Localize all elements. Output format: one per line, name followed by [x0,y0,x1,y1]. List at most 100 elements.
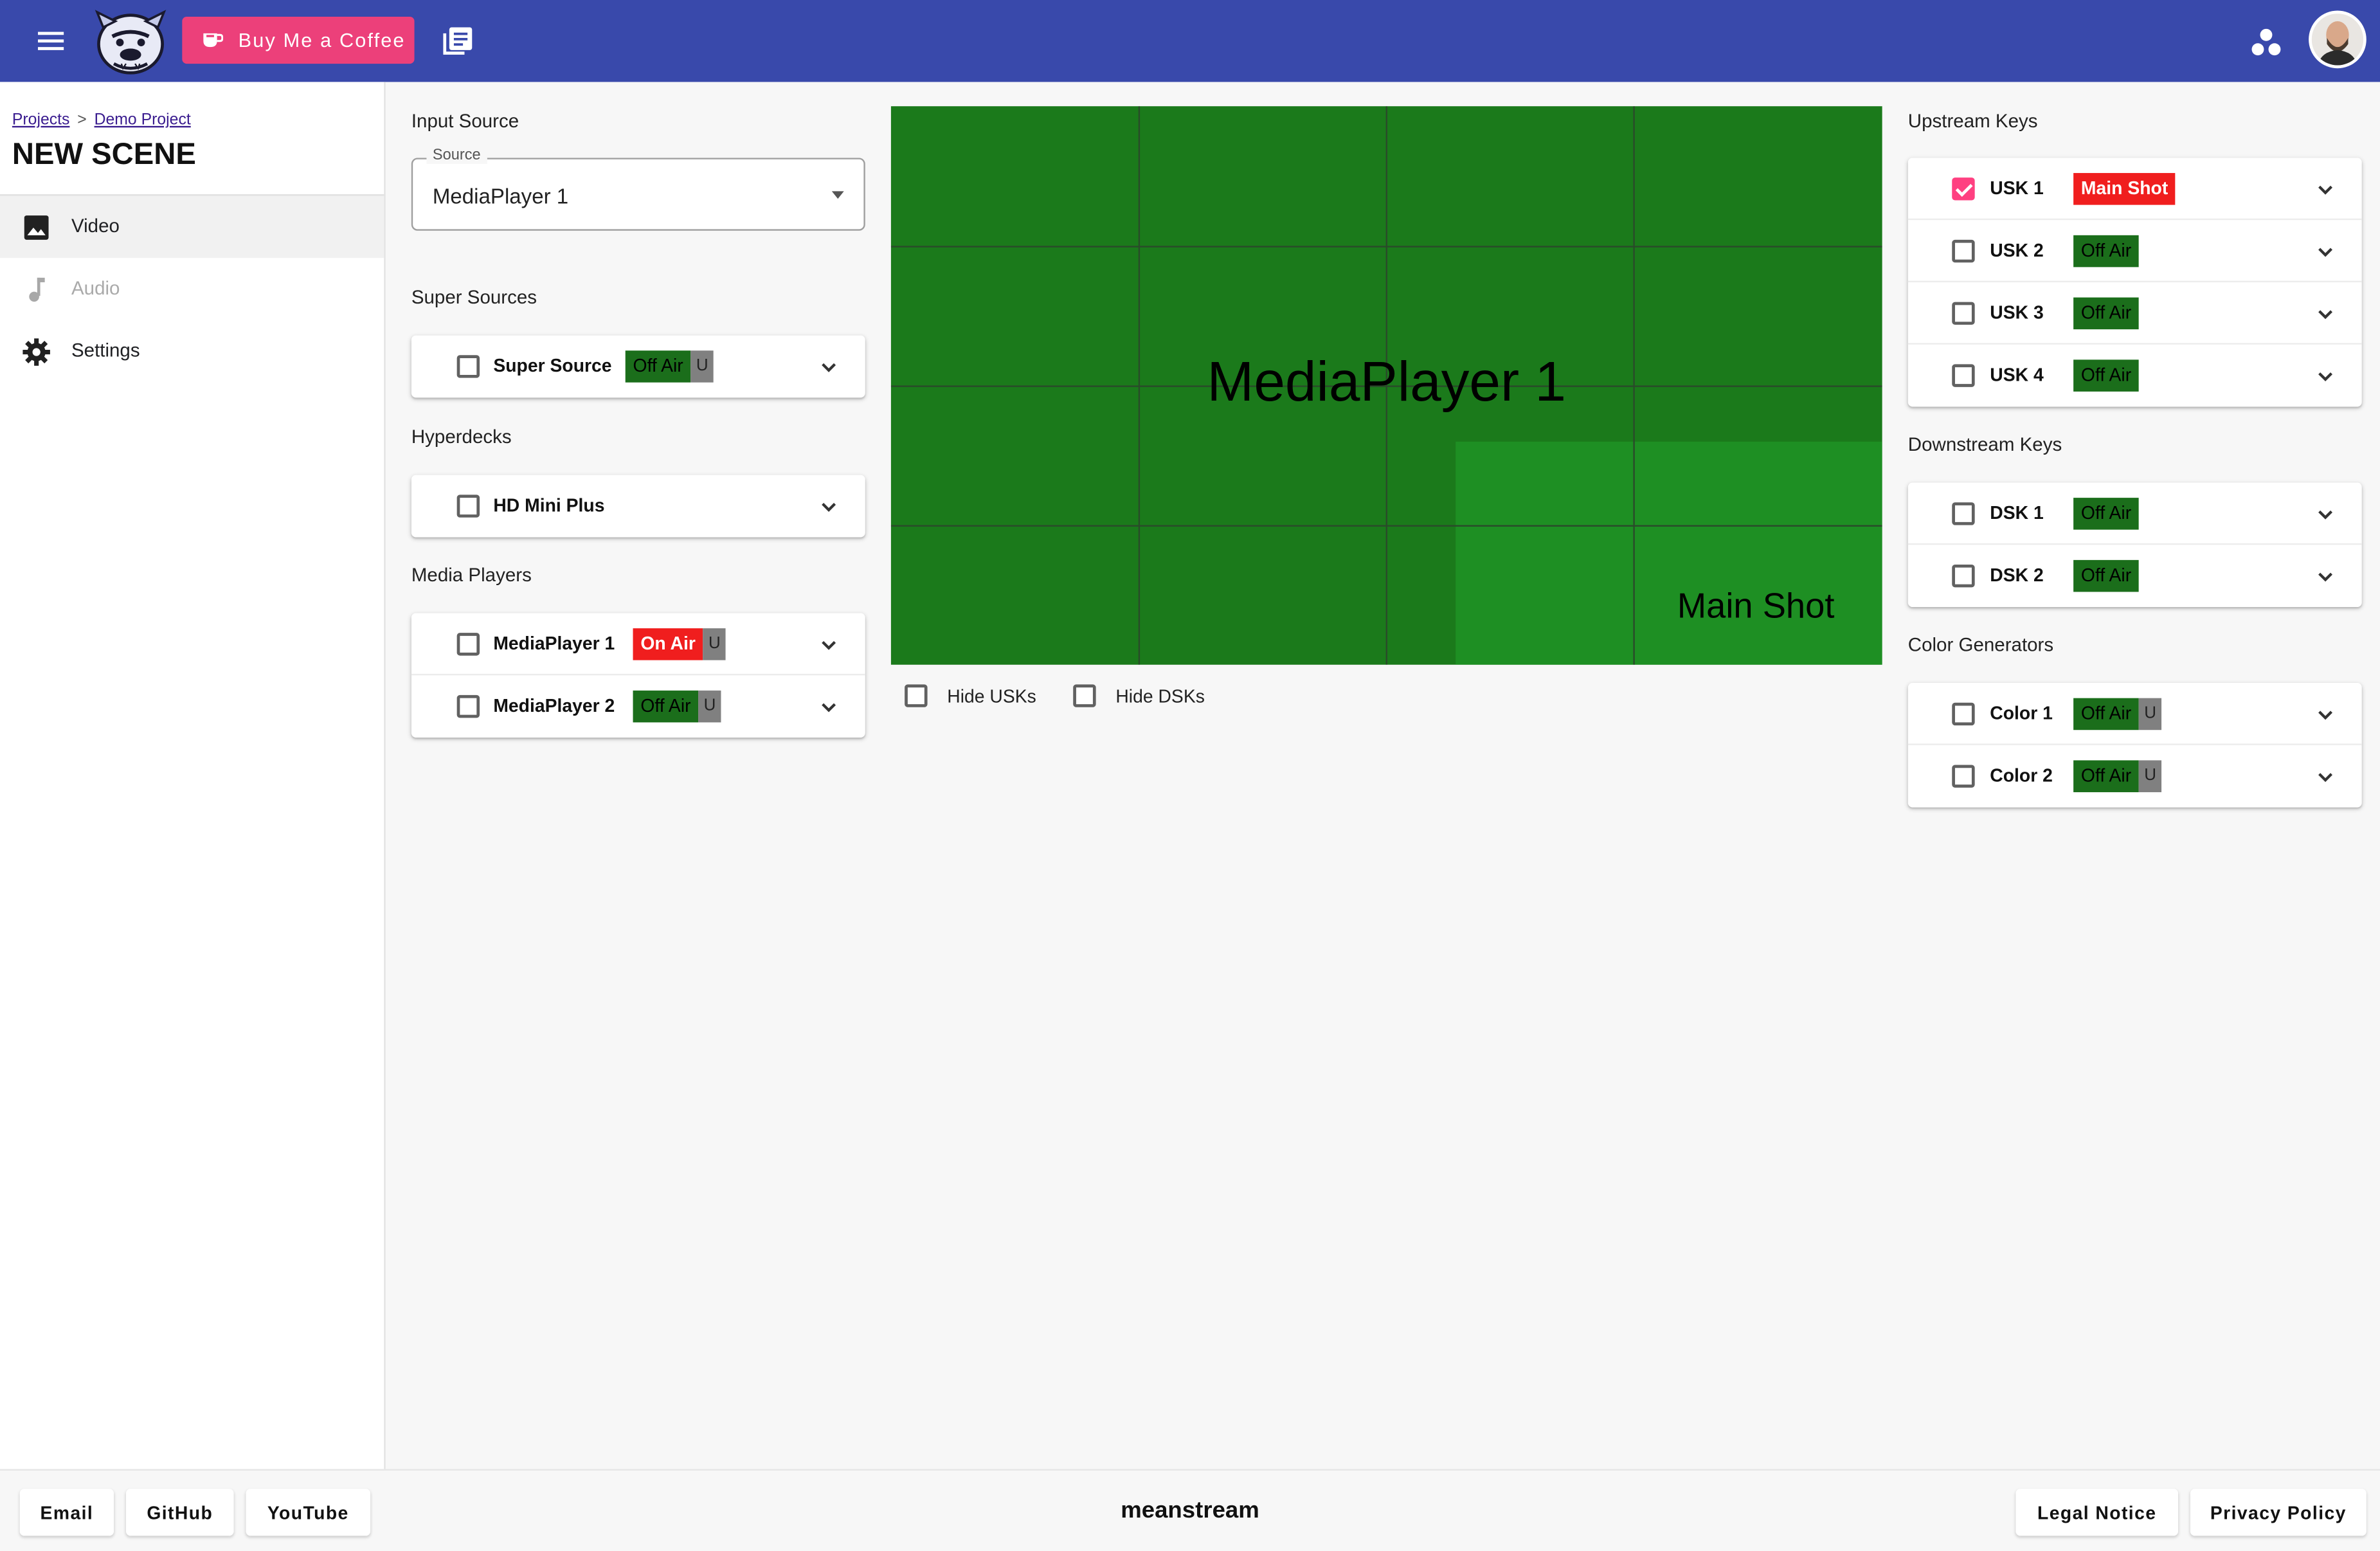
color-generators-card: Color 1 Off Air U Color 2 Off Air U [1907,683,2362,808]
hide-dsks-label: Hide DSKs [1115,685,1205,707]
grid-line [890,246,1882,248]
chevron-down-icon[interactable] [820,698,838,716]
usk-3-label: USK 3 [1990,302,2044,323]
usk-3-checkbox[interactable] [1952,302,1975,325]
usk-1-checkbox[interactable] [1952,177,1975,201]
mediaplayer-2-label: MediaPlayer 2 [493,694,615,716]
sidebar-item-video[interactable]: Video [0,195,384,258]
super-source-checkbox[interactable] [456,355,480,378]
color-1-label: Color 1 [1990,702,2053,724]
upstream-keys-heading: Upstream Keys [1907,111,2038,132]
status-text: Off Air [2073,760,2139,792]
downstream-keys-heading: Downstream Keys [1907,433,2062,456]
mediaplayer-2-checkbox[interactable] [456,694,480,718]
library-books-icon[interactable] [440,24,477,58]
usk-2-checkbox[interactable] [1952,239,1975,263]
chevron-down-icon[interactable] [2316,705,2334,723]
chevron-down-icon[interactable] [2316,305,2334,323]
color-2-checkbox[interactable] [1952,765,1975,788]
dsk-1-label: DSK 1 [1990,502,2044,524]
buy-me-a-coffee-button[interactable]: Buy Me a Coffee [182,16,415,64]
list-item: USK 4 Off Air [1908,345,2362,407]
sidebar-item-label: Audio [71,277,120,299]
upstream-keys-card: USK 1 Main Shot USK 2 Off Air USK 3 Off … [1907,158,2362,407]
chevron-down-icon[interactable] [2316,505,2334,523]
list-item: USK 2 Off Air [1907,220,2362,282]
coffee-cup-icon [203,33,224,48]
email-button[interactable]: Email [19,1489,114,1536]
chevron-down-icon[interactable] [2316,568,2334,586]
chevron-down-icon[interactable] [2316,243,2334,261]
chevron-down-icon[interactable] [820,358,838,376]
downstream-keys-card: DSK 1 Off Air DSK 2 Off Air [1907,482,2362,608]
list-item: Super Source Off Air U [411,336,865,398]
status-badge: Off Air [2073,297,2139,330]
dsk-1-checkbox[interactable] [1952,502,1975,525]
usk-2-label: USK 2 [1990,239,2044,261]
status-badge: Off Air U [2073,760,2162,792]
mediaplayer-1-label: MediaPlayer 1 [493,633,615,655]
list-item: DSK 1 Off Air [1907,483,2362,545]
status-text: On Air [633,628,703,660]
dsk-2-label: DSK 2 [1990,564,2044,586]
super-source-label: Super Source [493,355,612,377]
sidebar-item-audio[interactable]: Audio [0,258,384,320]
mediaplayer-1-checkbox[interactable] [456,633,480,656]
menu-icon[interactable] [30,23,73,59]
u-indicator: U [698,690,721,723]
user-avatar[interactable] [2309,10,2366,69]
status-text: Off Air [2073,498,2139,530]
status-text: Off Air [2073,297,2139,330]
u-indicator: U [690,350,714,383]
list-item: Color 2 Off Air U [1908,745,2362,808]
sidebar-item-settings[interactable]: Settings [0,320,384,383]
usk-preview-layer [1456,441,1882,665]
usk-4-checkbox[interactable] [1952,364,1975,387]
status-text: Main Shot [2073,173,2176,205]
chevron-down-icon[interactable] [820,498,838,516]
bulldog-logo[interactable] [91,6,170,76]
music-note-icon [29,277,45,302]
preview-usk-label: Main Shot [1677,585,1835,626]
hide-usks-checkbox[interactable] [905,684,928,707]
status-badge: Off Air [2073,498,2139,530]
app-window: Buy Me a Coffee Projects > Demo Project … [0,0,2380,1551]
coffee-button-label: Buy Me a Coffee [238,28,406,52]
dsk-2-checkbox[interactable] [1952,564,1975,588]
super-sources-card: Super Source Off Air U [411,335,865,398]
image-icon [24,215,49,240]
hide-dsks-checkbox[interactable] [1073,684,1096,707]
color-1-checkbox[interactable] [1952,702,1975,726]
sidebar-item-label: Video [71,215,120,237]
list-item: MediaPlayer 1 On Air U [411,613,865,676]
list-item: Color 1 Off Air U [1907,683,2362,745]
hd-mini-plus-checkbox[interactable] [456,494,480,518]
status-badge: Off Air U [625,350,714,383]
dropdown-arrow-icon [831,191,844,199]
status-badge: Off Air [2073,235,2139,268]
scene-preview: MediaPlayer 1 Main Shot [890,106,1882,665]
youtube-button[interactable]: YouTube [246,1489,371,1536]
footer: meanstream Email GitHub YouTube Legal No… [0,1469,2380,1551]
chevron-down-icon[interactable] [2316,181,2334,199]
u-indicator: U [2138,698,2162,730]
chevron-down-icon[interactable] [2316,768,2334,786]
privacy-policy-button[interactable]: Privacy Policy [2190,1489,2366,1536]
status-badge: Off Air [2073,559,2139,592]
breadcrumb-demo-project-link[interactable]: Demo Project [95,111,191,129]
github-button[interactable]: GitHub [125,1489,234,1536]
breadcrumb-projects-link[interactable]: Projects [12,111,70,129]
preview-source-title: MediaPlayer 1 [1207,350,1566,413]
list-item: DSK 2 Off Air [1908,545,2362,607]
gear-icon [23,338,50,366]
status-badge: Main Shot [2073,173,2176,205]
list-item: USK 3 Off Air [1907,282,2362,345]
chevron-down-icon[interactable] [820,636,838,654]
source-select[interactable]: Source MediaPlayer 1 [411,147,865,231]
chevron-down-icon[interactable] [2316,367,2334,385]
workspaces-icon[interactable] [2249,26,2283,59]
list-item: USK 1 Main Shot [1907,158,2362,221]
legal-notice-button[interactable]: Legal Notice [2015,1489,2179,1536]
grid-line [890,525,1882,527]
status-badge: Off Air U [2073,698,2162,730]
